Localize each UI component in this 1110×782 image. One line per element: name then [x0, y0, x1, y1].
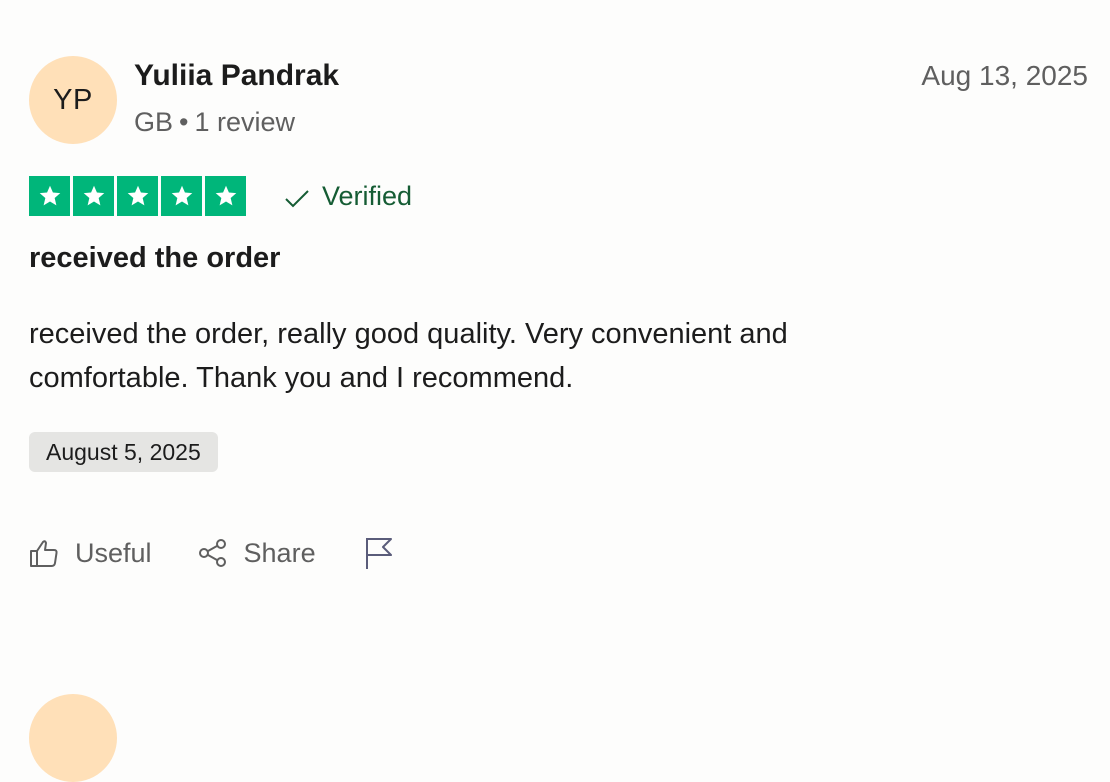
share-icon — [198, 539, 226, 567]
review-title[interactable]: received the order — [29, 240, 280, 276]
review-actions: Useful Share — [29, 533, 394, 573]
meta-separator: • — [179, 107, 189, 137]
avatar[interactable]: YP — [29, 56, 117, 144]
share-label: Share — [243, 537, 316, 568]
useful-label: Useful — [75, 537, 152, 568]
star-icon — [73, 176, 114, 216]
star-icon — [161, 176, 202, 216]
checkmark-icon — [285, 190, 309, 208]
star-icon — [205, 176, 246, 216]
share-button[interactable]: Share — [198, 538, 316, 569]
posted-date: Aug 13, 2025 — [921, 60, 1088, 91]
thumbs-up-icon — [30, 540, 58, 567]
report-button[interactable] — [364, 536, 394, 570]
review-count: 1 review — [194, 107, 296, 137]
avatar-initials: YP — [53, 83, 93, 116]
star-rating — [29, 176, 246, 216]
useful-button[interactable]: Useful — [29, 538, 152, 569]
reviewer-country: GB — [134, 107, 174, 137]
rating-row: Verified — [29, 176, 412, 216]
verified-label: Verified — [322, 180, 413, 211]
flag-icon — [365, 538, 392, 569]
review-body: received the order, really good quality.… — [29, 318, 788, 394]
review-header: YP Yuliia Pandrak GB • 1 review Aug 13, 20… — [29, 56, 1088, 144]
reviewer-meta: GB • 1 review — [134, 106, 295, 138]
star-icon — [117, 176, 158, 216]
experience-date-badge: August 5, 2025 — [29, 432, 218, 472]
review-card: YP Yuliia Pandrak GB • 1 review Aug 13, 20… — [29, 56, 1088, 569]
verified-badge[interactable]: Verified — [284, 181, 412, 212]
star-icon — [29, 176, 70, 216]
next-review-avatar[interactable] — [29, 694, 117, 782]
reviewer-name[interactable]: Yuliia Pandrak — [134, 58, 339, 94]
